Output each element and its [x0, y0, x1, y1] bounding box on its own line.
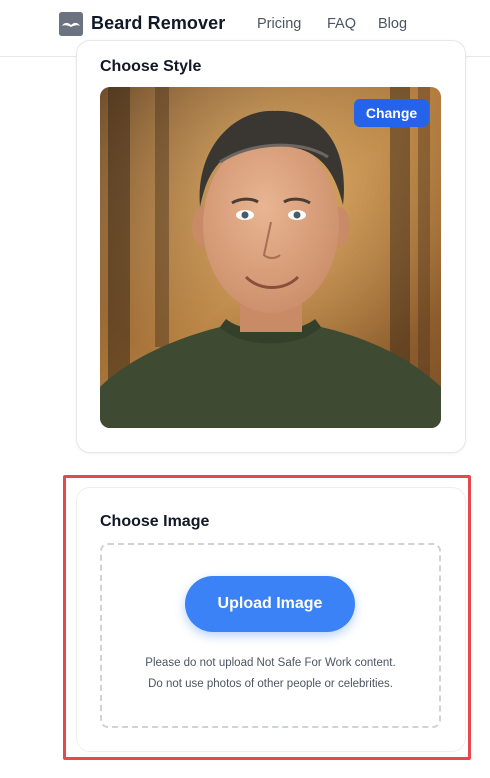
style-preview-photo: [100, 87, 441, 428]
brand-name[interactable]: Beard Remover: [91, 13, 225, 34]
nav-link-blog[interactable]: Blog: [378, 16, 407, 32]
choose-style-title: Choose Style: [100, 58, 202, 75]
upload-dropzone[interactable]: [100, 543, 441, 728]
celebrity-warning-text: Do not use photos of other people or cel…: [148, 678, 393, 690]
nav-link-faq[interactable]: FAQ: [327, 16, 356, 32]
page: Beard Remover Pricing FAQ Blog Choose St…: [0, 0, 490, 778]
change-style-button[interactable]: Change: [354, 99, 429, 127]
nav-link-pricing[interactable]: Pricing: [257, 16, 301, 32]
nsfw-warning-text: Please do not upload Not Safe For Work c…: [145, 657, 396, 669]
choose-image-title: Choose Image: [100, 513, 210, 530]
mustache-logo-icon[interactable]: [59, 12, 83, 36]
upload-image-button[interactable]: Upload Image: [185, 576, 355, 632]
